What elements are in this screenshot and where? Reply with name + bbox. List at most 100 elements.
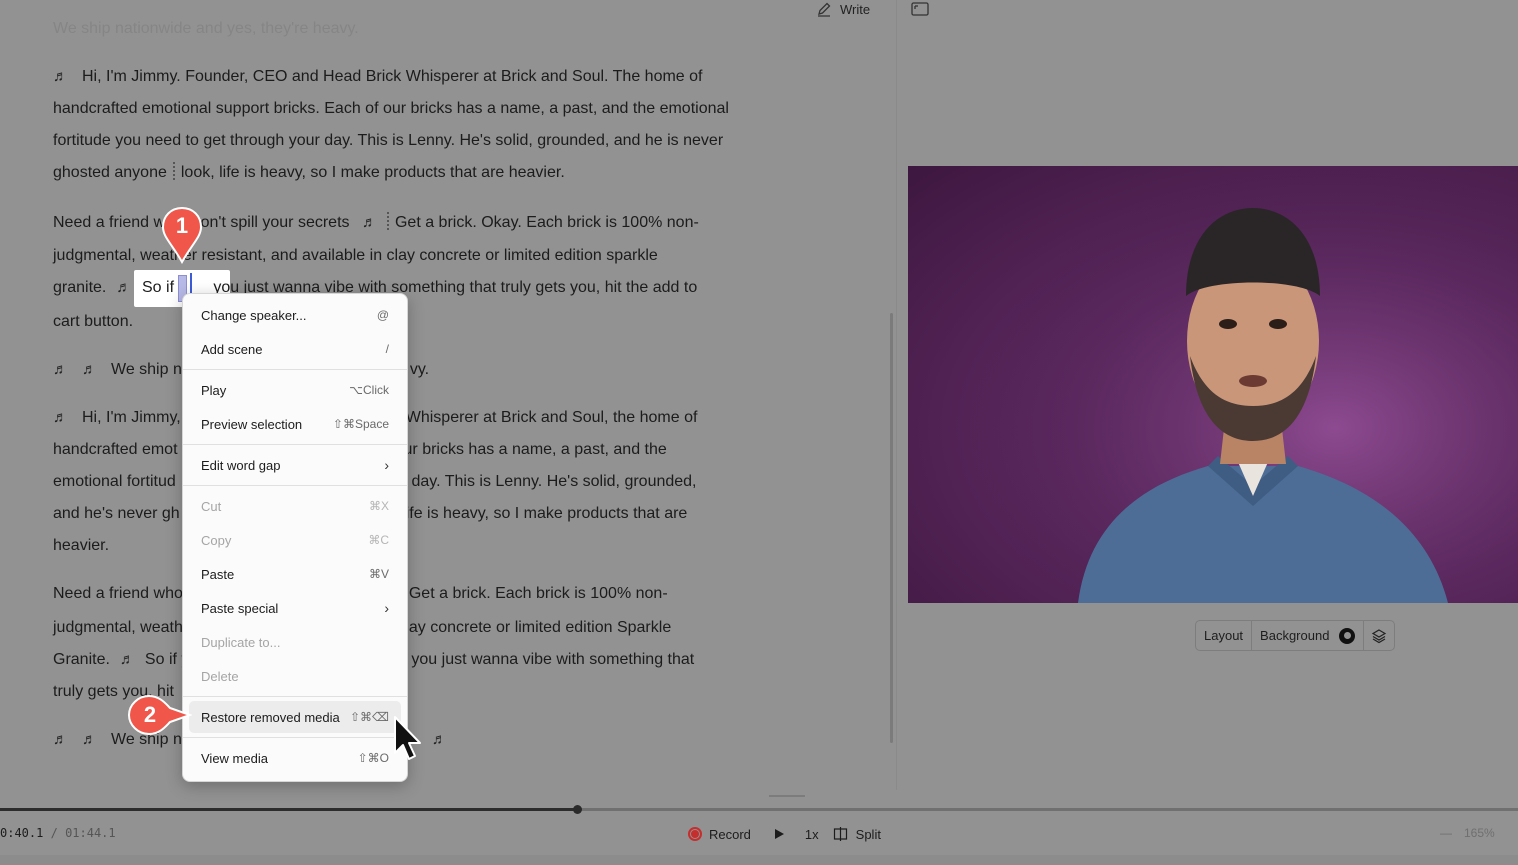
presenter-video-frame (908, 166, 1518, 603)
chevron-right-icon: › (384, 600, 389, 616)
layout-button[interactable]: Layout (1196, 621, 1251, 650)
write-label: Write (840, 1, 871, 17)
menu-item-duplicate-to[interactable]: Duplicate to... (189, 626, 401, 658)
background-button[interactable]: Background (1252, 621, 1363, 650)
music-note-icon: ♬ (361, 214, 377, 231)
split-icon (833, 827, 847, 841)
paragraph-text: and he's never gh (53, 505, 180, 522)
video-toolbar: Layout Background (1195, 620, 1396, 651)
word-gap-marker[interactable] (386, 212, 389, 230)
menu-item-label: Delete (201, 668, 239, 684)
word-gap-marker[interactable] (172, 162, 175, 180)
paragraph-text: r day. This is Lenny. He's solid, ground… (401, 473, 697, 490)
menu-item-cut[interactable]: Cut ⌘X (189, 490, 401, 522)
chevron-right-icon: › (384, 457, 389, 473)
menu-item-play[interactable]: Play ⌥Click (189, 374, 401, 406)
selected-text: So if (142, 279, 175, 296)
menu-item-shortcut: / (385, 342, 389, 356)
menu-item-label: Edit word gap (201, 457, 281, 473)
music-note-icon: ♬ (82, 361, 97, 378)
background-color-icon (1339, 627, 1356, 644)
menu-item-label: Add scene (201, 341, 263, 357)
panel-resize-handle[interactable] (769, 795, 805, 797)
video-preview[interactable] (908, 166, 1518, 603)
zoom-level: 165% (1464, 826, 1495, 840)
paragraph-text: vy. (409, 361, 430, 378)
callout-number-2: 2 (143, 702, 157, 727)
layers-button[interactable] (1364, 628, 1394, 644)
record-icon[interactable] (688, 827, 702, 841)
menu-item-change-speaker[interactable]: Change speaker... @ (189, 299, 401, 331)
menu-item-preview-selection[interactable]: Preview selection ⇧⌘Space (189, 408, 401, 440)
menu-item-label: Cut (201, 498, 222, 514)
menu-item-label: Duplicate to... (201, 634, 281, 650)
speed-button[interactable]: 1x (805, 827, 819, 842)
transcript-paragraph-2-line-2[interactable]: judgmental, weather resistant, and avail… (53, 240, 733, 272)
menu-item-shortcut: ⌘C (368, 533, 389, 547)
menu-item-label: Copy (201, 532, 232, 548)
record-button[interactable]: Record (709, 827, 751, 842)
music-note-icon: ♬ (53, 361, 68, 378)
paragraph-text: Get a brick. Each brick is 100% non- (408, 585, 668, 602)
music-note-icon: ♬ (431, 731, 447, 748)
timeline-progress (0, 808, 577, 811)
menu-item-shortcut: ⇧⌘O (357, 751, 389, 765)
split-button[interactable]: Split (856, 827, 881, 842)
music-note-icon: ♬ (53, 409, 68, 426)
callout-number-1: 1 (175, 213, 189, 238)
menu-separator (183, 696, 407, 697)
background-label: Background (1260, 628, 1330, 643)
play-icon[interactable] (773, 828, 785, 840)
menu-item-edit-word-gap[interactable]: Edit word gap › (189, 449, 401, 481)
music-note-icon: ♬ (82, 731, 97, 748)
panel-divider[interactable] (896, 0, 897, 790)
menu-item-add-scene[interactable]: Add scene / (189, 333, 401, 365)
menu-item-shortcut: @ (376, 308, 389, 322)
pointer-icon (394, 716, 421, 760)
write-mode-button[interactable]: Write (816, 0, 870, 18)
menu-item-label: Change speaker... (201, 307, 307, 323)
menu-item-label: Play (201, 382, 227, 398)
menu-item-copy[interactable]: Copy ⌘C (189, 524, 401, 556)
menu-separator (183, 444, 407, 445)
bottom-bar (0, 855, 1518, 865)
time-separator: / (50, 826, 58, 840)
menu-item-shortcut: ⌘X (368, 499, 389, 513)
paragraph-text: ur bricks has a name, a past, and the (403, 441, 667, 458)
transcript-paragraph-1[interactable]: ♬ Hi, I'm Jimmy. Founder, CEO and Head Br… (53, 61, 733, 189)
transcript-scrollbar[interactable] (890, 313, 893, 743)
menu-item-label: Paste (201, 566, 235, 582)
timecode: 0:40.1 / 01:44.1 (0, 826, 116, 840)
zoom-control[interactable]: — 165% (1440, 826, 1495, 840)
paragraph-text: granite. (53, 279, 107, 296)
frame-icon[interactable] (911, 2, 929, 16)
pen-icon (818, 2, 831, 17)
total-time: 01:44.1 (65, 826, 116, 840)
playhead-handle[interactable] (572, 805, 582, 814)
current-time: 0:40.1 (0, 826, 44, 840)
paragraph-text: ife is heavy, so I make products that ar… (405, 505, 688, 522)
menu-item-shortcut: ⌘V (368, 567, 389, 581)
music-note-icon: ♬ (116, 279, 132, 296)
paragraph-text: Get a brick. Okay. Each brick is 100% no… (394, 214, 699, 231)
context-menu: Change speaker... @ Add scene / Play ⌥Click… (182, 293, 408, 782)
menu-item-paste-special[interactable]: Paste special › (189, 592, 401, 624)
menu-item-shortcut: ⌥Click (349, 383, 389, 397)
transcript-paragraph-2-line-1[interactable]: Need a friend w won't spill your secrets … (53, 207, 733, 239)
menu-separator (183, 369, 407, 370)
paragraph-text: handcrafted emot (53, 441, 178, 458)
paragraph-text: emotional fortitud (53, 473, 176, 490)
music-note-icon: ♬ (53, 68, 68, 85)
playback-controls: Record 1x Split (688, 823, 881, 845)
menu-item-restore-removed-media[interactable]: Restore removed media ⇧⌘⌫ (189, 701, 401, 733)
paragraph-text: Need a friend w (53, 214, 166, 231)
menu-separator (183, 737, 407, 738)
paragraph-text: Granite. (53, 651, 110, 668)
menu-item-shortcut: ⇧⌘Space (332, 417, 389, 431)
zoom-out-icon[interactable]: — (1440, 826, 1452, 840)
menu-item-view-media[interactable]: View media ⇧⌘O (189, 742, 401, 774)
layers-icon (1372, 628, 1387, 643)
menu-item-delete[interactable]: Delete (189, 660, 401, 692)
menu-item-paste[interactable]: Paste ⌘V (189, 558, 401, 590)
paragraph-text: We ship n (111, 361, 182, 378)
